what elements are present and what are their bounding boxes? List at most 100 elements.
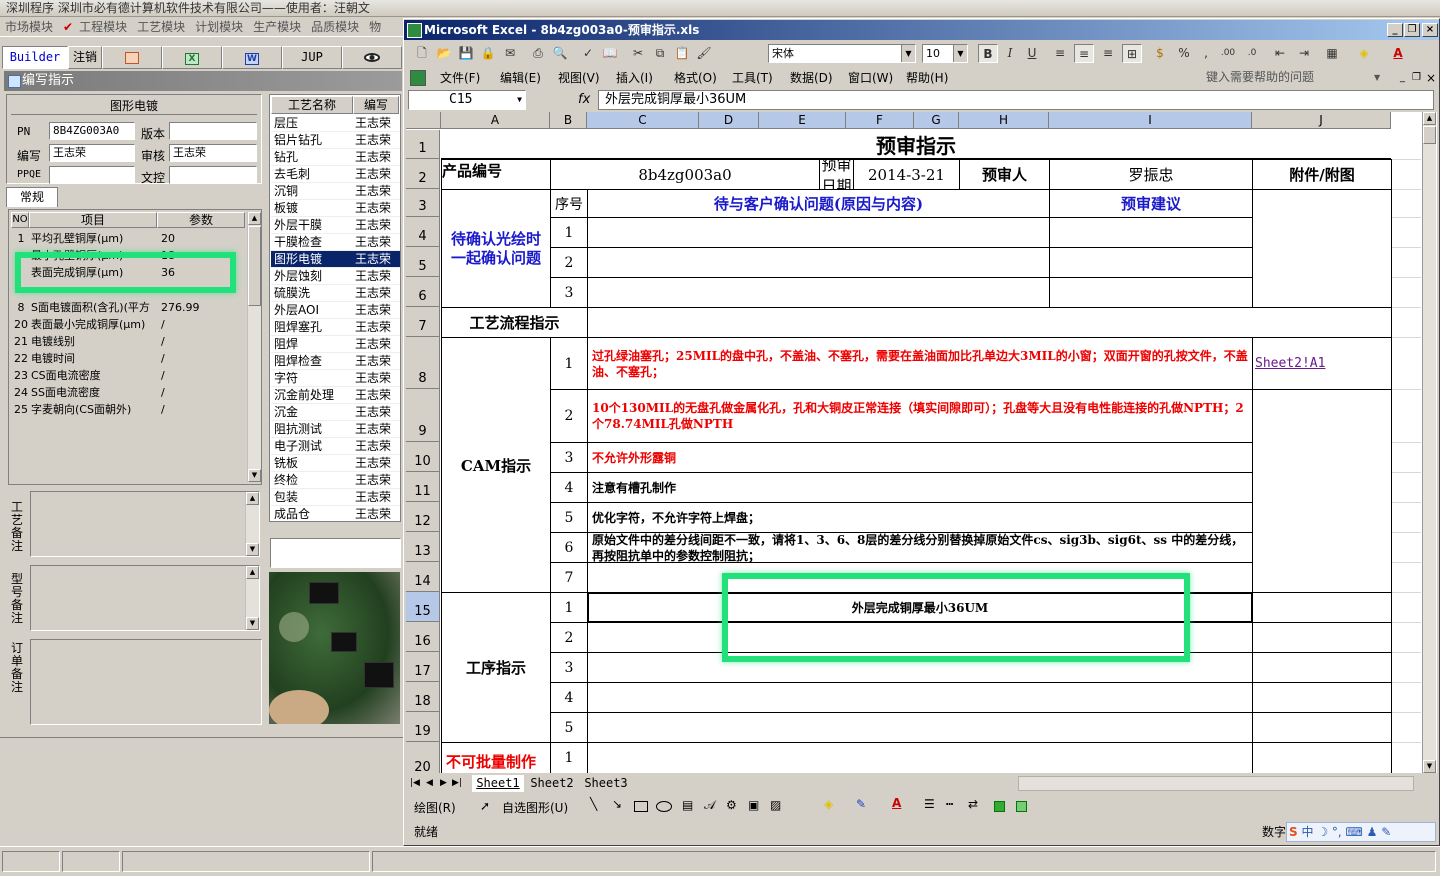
menu-quality[interactable]: 品质模块 — [306, 17, 364, 37]
row-header-9[interactable]: 9 — [406, 389, 440, 442]
menu-process[interactable]: 工艺模块 — [132, 17, 190, 37]
tab-builder[interactable]: Builder — [2, 46, 68, 69]
select-arrow-icon[interactable]: ➚ — [480, 799, 490, 813]
doc-minimize-icon[interactable]: _ — [1400, 67, 1405, 89]
process-row[interactable]: 外层干膜 王志荣 — [271, 217, 400, 234]
cam-instruction[interactable]: 原始文件中的差分线间距不一致，请将1、3、6、8层的差分线分别替换掉原始文件cs… — [587, 532, 1253, 563]
param-row[interactable]: 1 平均孔壁铜厚(μm) 20 — [11, 230, 247, 247]
process-row[interactable]: 图形电镀 王志荣 — [271, 251, 400, 268]
print-preview-icon[interactable]: 🔍 — [550, 44, 570, 63]
oval-icon[interactable] — [656, 801, 672, 812]
process-row[interactable]: 板镀 王志荣 — [271, 200, 400, 217]
row-header-20[interactable]: 20 — [406, 742, 440, 773]
doc-close-icon[interactable]: × — [1426, 67, 1436, 89]
reviewer-value[interactable]: 罗振忠 — [1049, 159, 1253, 190]
process-row[interactable]: 外层AOI 王志荣 — [271, 302, 400, 319]
bold-button[interactable]: B — [978, 44, 998, 63]
menu-market[interactable]: 市场模块 — [0, 17, 58, 37]
scroll-up-icon[interactable]: ▲ — [246, 566, 259, 579]
flow-cell[interactable] — [587, 307, 1392, 338]
sheet-tab-2[interactable]: Sheet2 — [526, 775, 578, 792]
process-row[interactable]: 终检 王志荣 — [271, 472, 400, 489]
writer-field[interactable]: 王志荣 — [49, 144, 135, 162]
row-header-12[interactable]: 12 — [406, 502, 440, 532]
align-left-button[interactable]: ≡ — [1050, 44, 1070, 63]
print-icon[interactable]: ⎙ — [528, 44, 548, 63]
model-note-field[interactable] — [30, 565, 260, 631]
font-size-select[interactable]: 10 ▼ — [922, 44, 968, 63]
function-icon[interactable]: fx — [578, 90, 590, 110]
line-icon[interactable]: ╲ — [590, 797, 597, 811]
cam-instruction[interactable]: 注意有槽孔制作 — [587, 472, 1253, 503]
row-header-19[interactable]: 19 — [406, 712, 440, 742]
wordart-icon[interactable]: 𝒜 — [704, 798, 715, 813]
process-row[interactable]: 沉铜 王志荣 — [271, 183, 400, 200]
format-painter-icon[interactable]: 🖌 — [694, 44, 714, 63]
param-row[interactable]: 20 表面最小完成铜厚(μm) / — [11, 316, 247, 333]
research-icon[interactable]: 📖 — [600, 44, 620, 63]
order-note-field[interactable] — [30, 639, 262, 725]
picture-icon[interactable]: ▨ — [770, 798, 781, 812]
menu-edit[interactable]: 编辑(E) — [500, 67, 541, 89]
row-header-18[interactable]: 18 — [406, 682, 440, 712]
line-style-icon[interactable]: ☰ — [924, 797, 935, 811]
row-header-4[interactable]: 4 — [406, 217, 440, 247]
ime-toolbar[interactable]: S 中 ☽ °, ⌨ ♟ ✎ — [1286, 822, 1436, 842]
tab-word[interactable]: W — [222, 46, 282, 69]
process-input[interactable] — [270, 538, 401, 568]
menu-help[interactable]: 帮助(H) — [906, 67, 948, 89]
new-icon[interactable]: 🗋 — [412, 44, 432, 63]
scroll-thumb[interactable] — [248, 226, 261, 306]
tab-powerpoint[interactable] — [102, 46, 162, 69]
process-row[interactable]: 铣板 王志荣 — [271, 455, 400, 472]
row-header-16[interactable]: 16 — [406, 622, 440, 652]
process-row[interactable]: 层压 王志荣 — [271, 115, 400, 132]
close-icon[interactable]: × — [1422, 23, 1438, 37]
column-header-c[interactable]: C — [587, 112, 699, 129]
scroll-down-icon[interactable]: ▼ — [1423, 760, 1436, 773]
column-header-d[interactable]: D — [699, 112, 759, 129]
param-row[interactable]: 22 电镀时间 / — [11, 350, 247, 367]
row-header-1[interactable]: 1 — [406, 130, 440, 159]
spelling-icon[interactable]: ✓ — [578, 44, 598, 63]
chevron-down-icon[interactable]: ▼ — [953, 45, 967, 62]
fill-color-icon[interactable]: ◈ — [824, 797, 833, 811]
process-row[interactable]: 阻抗测试 王志荣 — [271, 421, 400, 438]
pn-field[interactable]: 8B4ZG003A0 — [49, 122, 135, 140]
confirm-cell[interactable] — [587, 277, 1050, 308]
column-header-b[interactable]: B — [550, 112, 587, 129]
menu-tools[interactable]: 工具(T) — [732, 67, 773, 89]
textbox-icon[interactable]: ▤ — [682, 798, 693, 812]
menu-more[interactable]: 物 — [364, 17, 386, 37]
diagram-icon[interactable]: ⚙ — [726, 798, 737, 812]
scroll-thumb[interactable] — [1423, 126, 1436, 144]
tab-excel[interactable]: X — [162, 46, 222, 69]
ime-mode[interactable]: 中 — [1301, 825, 1313, 839]
grid-scrollbar[interactable]: ▲ ▼ — [247, 212, 261, 482]
column-header-j[interactable]: J — [1252, 112, 1391, 129]
fill-color-icon[interactable]: ◈ — [1354, 44, 1374, 63]
help-search-input[interactable]: 键入需要帮助的问题 ▼ — [1206, 69, 1386, 86]
param-row[interactable]: 21 电镀线别 / — [11, 333, 247, 350]
param-row[interactable]: 23 CS面电流密度 / — [11, 367, 247, 384]
cam-instruction[interactable]: 过孔绿油塞孔；25MIL的盘中孔，不盖油、不塞孔，需要在盖油面加比孔单边大3MI… — [587, 337, 1253, 390]
tab-eye[interactable] — [342, 46, 402, 69]
row-header-14[interactable]: 14 — [406, 562, 440, 592]
process-row[interactable]: 去毛刺 王志荣 — [271, 166, 400, 183]
suggest-cell[interactable] — [1049, 217, 1253, 248]
doc-restore-icon[interactable]: ❐ — [1412, 67, 1421, 89]
row-header-11[interactable]: 11 — [406, 472, 440, 502]
process-instruction[interactable] — [587, 712, 1253, 743]
menu-window[interactable]: 窗口(W) — [848, 67, 893, 89]
clipart-icon[interactable]: ▣ — [748, 798, 759, 812]
font-color-icon[interactable]: A — [1388, 44, 1408, 63]
attachment-link[interactable]: Sheet2!A1 — [1252, 337, 1392, 390]
process-row[interactable]: 阻焊塞孔 王志荣 — [271, 319, 400, 336]
row-header-7[interactable]: 7 — [406, 307, 440, 337]
column-header-f[interactable]: F — [846, 112, 914, 129]
process-row[interactable]: 沉金前处理 王志荣 — [271, 387, 400, 404]
outdent-button[interactable]: ⇤ — [1270, 44, 1290, 63]
row-header-8[interactable]: 8 — [406, 337, 440, 389]
cut-icon[interactable]: ✂ — [628, 44, 648, 63]
scroll-up-icon[interactable]: ▲ — [1423, 112, 1436, 125]
